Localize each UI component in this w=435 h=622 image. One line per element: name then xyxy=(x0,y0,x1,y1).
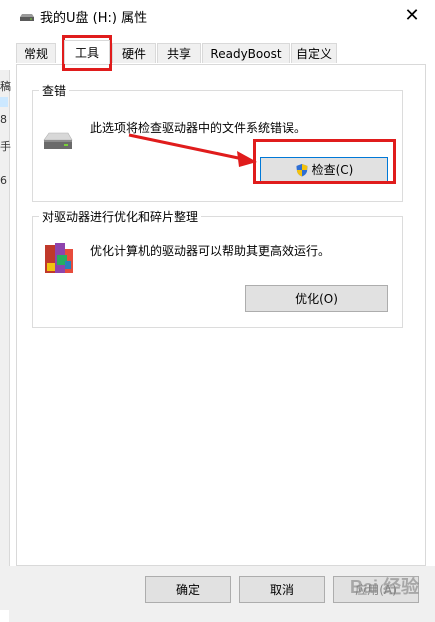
tab-label: ReadyBoost xyxy=(210,46,282,61)
ok-button[interactable]: 确定 xyxy=(145,576,231,603)
optimize-button-label: 优化(O) xyxy=(295,292,338,306)
drive-icon xyxy=(19,11,35,21)
background-text-fragment: 手 xyxy=(0,140,11,153)
shield-icon xyxy=(295,163,309,177)
optimize-button[interactable]: 优化(O) xyxy=(245,285,388,312)
properties-window: 稿 8 手 6 我的U盘 (H:) 属性 ✕ 常规 工具 硬件 共享 Ready… xyxy=(0,0,435,622)
optimize-description: 优化计算机的驱动器可以帮助其更高效运行。 xyxy=(90,244,331,258)
background-text-fragment: 稿 xyxy=(0,80,11,93)
window-title: 我的U盘 (H:) 属性 xyxy=(40,11,148,26)
tab-tools[interactable]: 工具 xyxy=(64,40,110,64)
background-window-edge: 稿 8 手 6 xyxy=(0,70,11,610)
check-button-label: 检查(C) xyxy=(311,163,354,177)
tab-sharing[interactable]: 共享 xyxy=(157,43,201,63)
background-text-fragment: 8 xyxy=(0,113,7,126)
cancel-button[interactable]: 取消 xyxy=(239,576,325,603)
tab-readyboost[interactable]: ReadyBoost xyxy=(202,43,290,63)
arrow-annotation xyxy=(128,133,257,167)
drive-icon xyxy=(42,131,74,153)
tab-label: 常规 xyxy=(23,47,48,61)
title-bar: 我的U盘 (H:) 属性 ✕ xyxy=(9,0,435,31)
defrag-icon xyxy=(43,241,75,277)
tab-hardware[interactable]: 硬件 xyxy=(112,43,156,63)
optimize-group: 对驱动器进行优化和碎片整理 优化计算机的驱动器可以帮助其更高效运行。 优化(O) xyxy=(32,208,403,328)
tab-strip: 常规 工具 硬件 共享 ReadyBoost 自定义 xyxy=(16,40,426,65)
cancel-button-label: 取消 xyxy=(269,583,294,597)
background-selection xyxy=(0,97,8,107)
close-icon: ✕ xyxy=(404,5,420,26)
ok-button-label: 确定 xyxy=(175,583,200,597)
tab-label: 共享 xyxy=(166,47,191,61)
check-button[interactable]: 检查(C) xyxy=(260,157,388,182)
tab-label: 自定义 xyxy=(295,47,332,61)
close-button[interactable]: ✕ xyxy=(389,0,435,31)
tab-label: 工具 xyxy=(74,46,99,60)
group-title: 查错 xyxy=(39,82,70,99)
tab-customize[interactable]: 自定义 xyxy=(291,43,337,63)
background-text-fragment: 6 xyxy=(0,174,7,187)
watermark: Bai 经验 xyxy=(349,577,419,597)
group-title: 对驱动器进行优化和碎片整理 xyxy=(39,208,202,225)
tab-label: 硬件 xyxy=(121,47,146,61)
tab-general[interactable]: 常规 xyxy=(16,43,56,63)
